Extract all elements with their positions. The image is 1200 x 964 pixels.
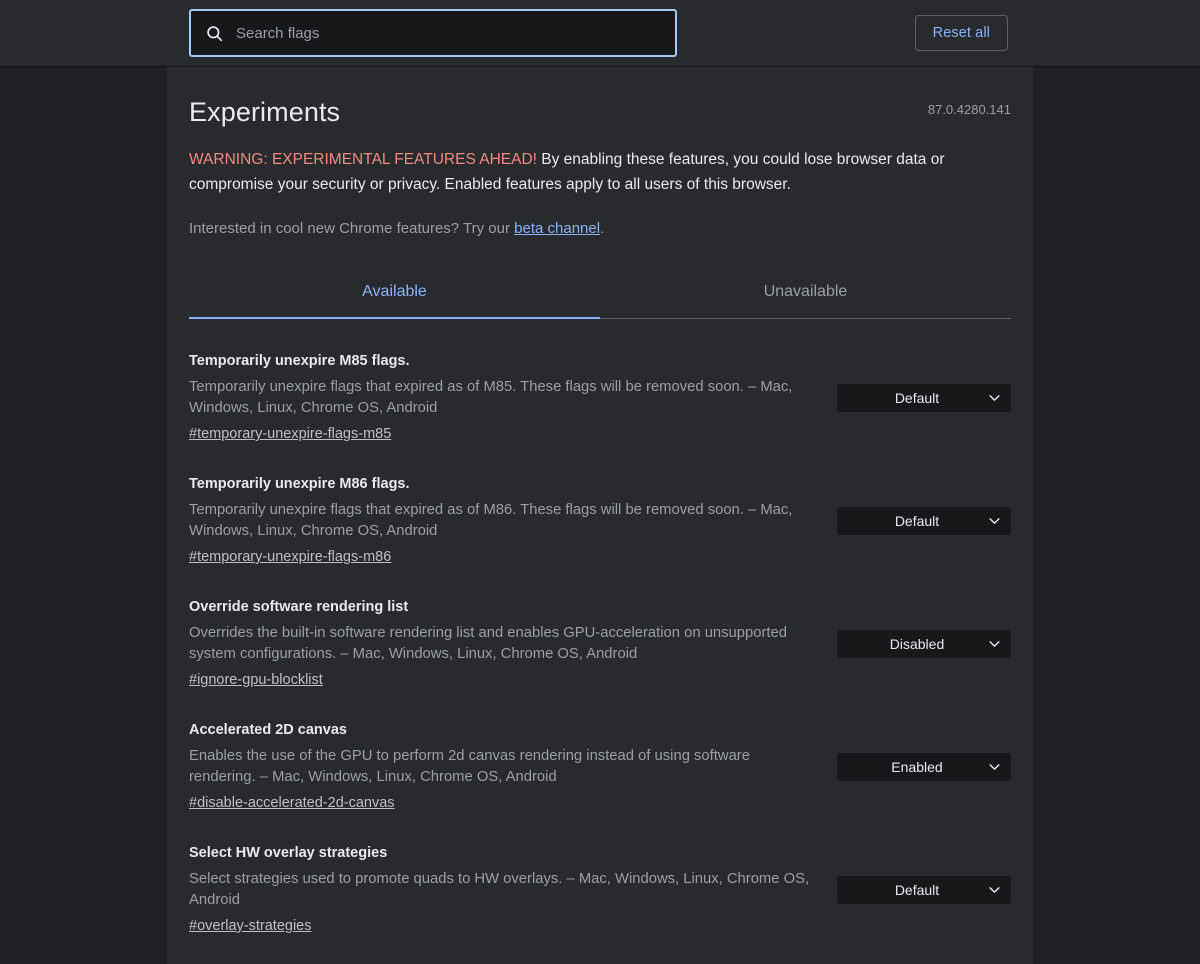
- tab-unavailable[interactable]: Unavailable: [600, 271, 1011, 318]
- flag-title: Override software rendering list: [189, 597, 815, 617]
- chevron-down-icon: [989, 517, 1000, 524]
- chevron-down-icon: [989, 640, 1000, 647]
- page-background: Experiments 87.0.4280.141 WARNING: EXPER…: [0, 67, 1200, 964]
- flag-text-block: Temporarily unexpire M85 flags. Temporar…: [189, 351, 829, 444]
- tab-bar: Available Unavailable: [189, 271, 1011, 319]
- flag-select-value: Default: [847, 882, 987, 898]
- flag-control: Disabled: [837, 630, 1011, 658]
- active-tab-indicator: [189, 317, 600, 319]
- flag-id-link[interactable]: #disable-accelerated-2d-canvas: [189, 793, 395, 813]
- version-label: 87.0.4280.141: [928, 102, 1011, 117]
- search-input[interactable]: [227, 13, 665, 53]
- content-card: Experiments 87.0.4280.141 WARNING: EXPER…: [167, 67, 1033, 964]
- flag-row-1: Temporarily unexpire M86 flags. Temporar…: [189, 456, 1011, 579]
- beta-prefix-text: Interested in cool new Chrome features? …: [189, 220, 514, 237]
- flags-list: Temporarily unexpire M85 flags. Temporar…: [189, 333, 1011, 948]
- flag-text-block: Accelerated 2D canvas Enables the use of…: [189, 720, 829, 813]
- flag-description: Enables the use of the GPU to perform 2d…: [189, 746, 815, 788]
- flag-text-block: Temporarily unexpire M86 flags. Temporar…: [189, 474, 829, 567]
- flag-id-link[interactable]: #ignore-gpu-blocklist: [189, 670, 323, 690]
- warning-text: WARNING: EXPERIMENTAL FEATURES AHEAD! By…: [189, 147, 979, 197]
- flag-title: Temporarily unexpire M85 flags.: [189, 351, 815, 371]
- beta-suffix-text: .: [600, 220, 604, 237]
- search-box[interactable]: [189, 9, 677, 57]
- flag-control: Default: [837, 876, 1011, 904]
- flag-row-0: Temporarily unexpire M85 flags. Temporar…: [189, 333, 1011, 456]
- flag-id-link[interactable]: #temporary-unexpire-flags-m86: [189, 547, 391, 567]
- page-title: Experiments: [189, 95, 1011, 129]
- flag-description: Temporarily unexpire flags that expired …: [189, 377, 815, 419]
- flag-description: Temporarily unexpire flags that expired …: [189, 500, 815, 542]
- chevron-down-icon: [989, 886, 1000, 893]
- search-icon: [201, 20, 227, 46]
- flag-select[interactable]: Default: [837, 384, 1011, 412]
- flag-control: Default: [837, 384, 1011, 412]
- flag-text-block: Select HW overlay strategies Select stra…: [189, 843, 829, 936]
- title-row: Experiments 87.0.4280.141: [189, 67, 1011, 129]
- beta-channel-link[interactable]: beta channel: [514, 220, 600, 237]
- flag-select[interactable]: Default: [837, 876, 1011, 904]
- flag-control: Default: [837, 507, 1011, 535]
- flag-select[interactable]: Disabled: [837, 630, 1011, 658]
- flag-select[interactable]: Default: [837, 507, 1011, 535]
- flag-select-value: Disabled: [847, 636, 987, 652]
- chevron-down-icon: [989, 763, 1000, 770]
- flag-id-link[interactable]: #temporary-unexpire-flags-m85: [189, 424, 391, 444]
- flag-control: Enabled: [837, 753, 1011, 781]
- flag-select[interactable]: Enabled: [837, 753, 1011, 781]
- chevron-down-icon: [989, 394, 1000, 401]
- flag-title: Select HW overlay strategies: [189, 843, 815, 863]
- flag-description: Overrides the built-in software renderin…: [189, 623, 815, 665]
- warning-bold-text: WARNING: EXPERIMENTAL FEATURES AHEAD!: [189, 151, 537, 168]
- reset-all-button[interactable]: Reset all: [915, 15, 1008, 51]
- tab-available[interactable]: Available: [189, 271, 600, 318]
- flag-row-4: Select HW overlay strategies Select stra…: [189, 825, 1011, 948]
- flag-select-value: Enabled: [847, 759, 987, 775]
- beta-channel-line: Interested in cool new Chrome features? …: [189, 218, 1011, 240]
- flag-title: Accelerated 2D canvas: [189, 720, 815, 740]
- flag-select-value: Default: [847, 513, 987, 529]
- flag-title: Temporarily unexpire M86 flags.: [189, 474, 815, 494]
- flag-text-block: Override software rendering list Overrid…: [189, 597, 829, 690]
- flag-row-2: Override software rendering list Overrid…: [189, 579, 1011, 702]
- flag-id-link[interactable]: #overlay-strategies: [189, 916, 312, 936]
- flag-description: Select strategies used to promote quads …: [189, 869, 815, 911]
- top-toolbar: Reset all: [0, 0, 1200, 67]
- flag-select-value: Default: [847, 390, 987, 406]
- flag-row-3: Accelerated 2D canvas Enables the use of…: [189, 702, 1011, 825]
